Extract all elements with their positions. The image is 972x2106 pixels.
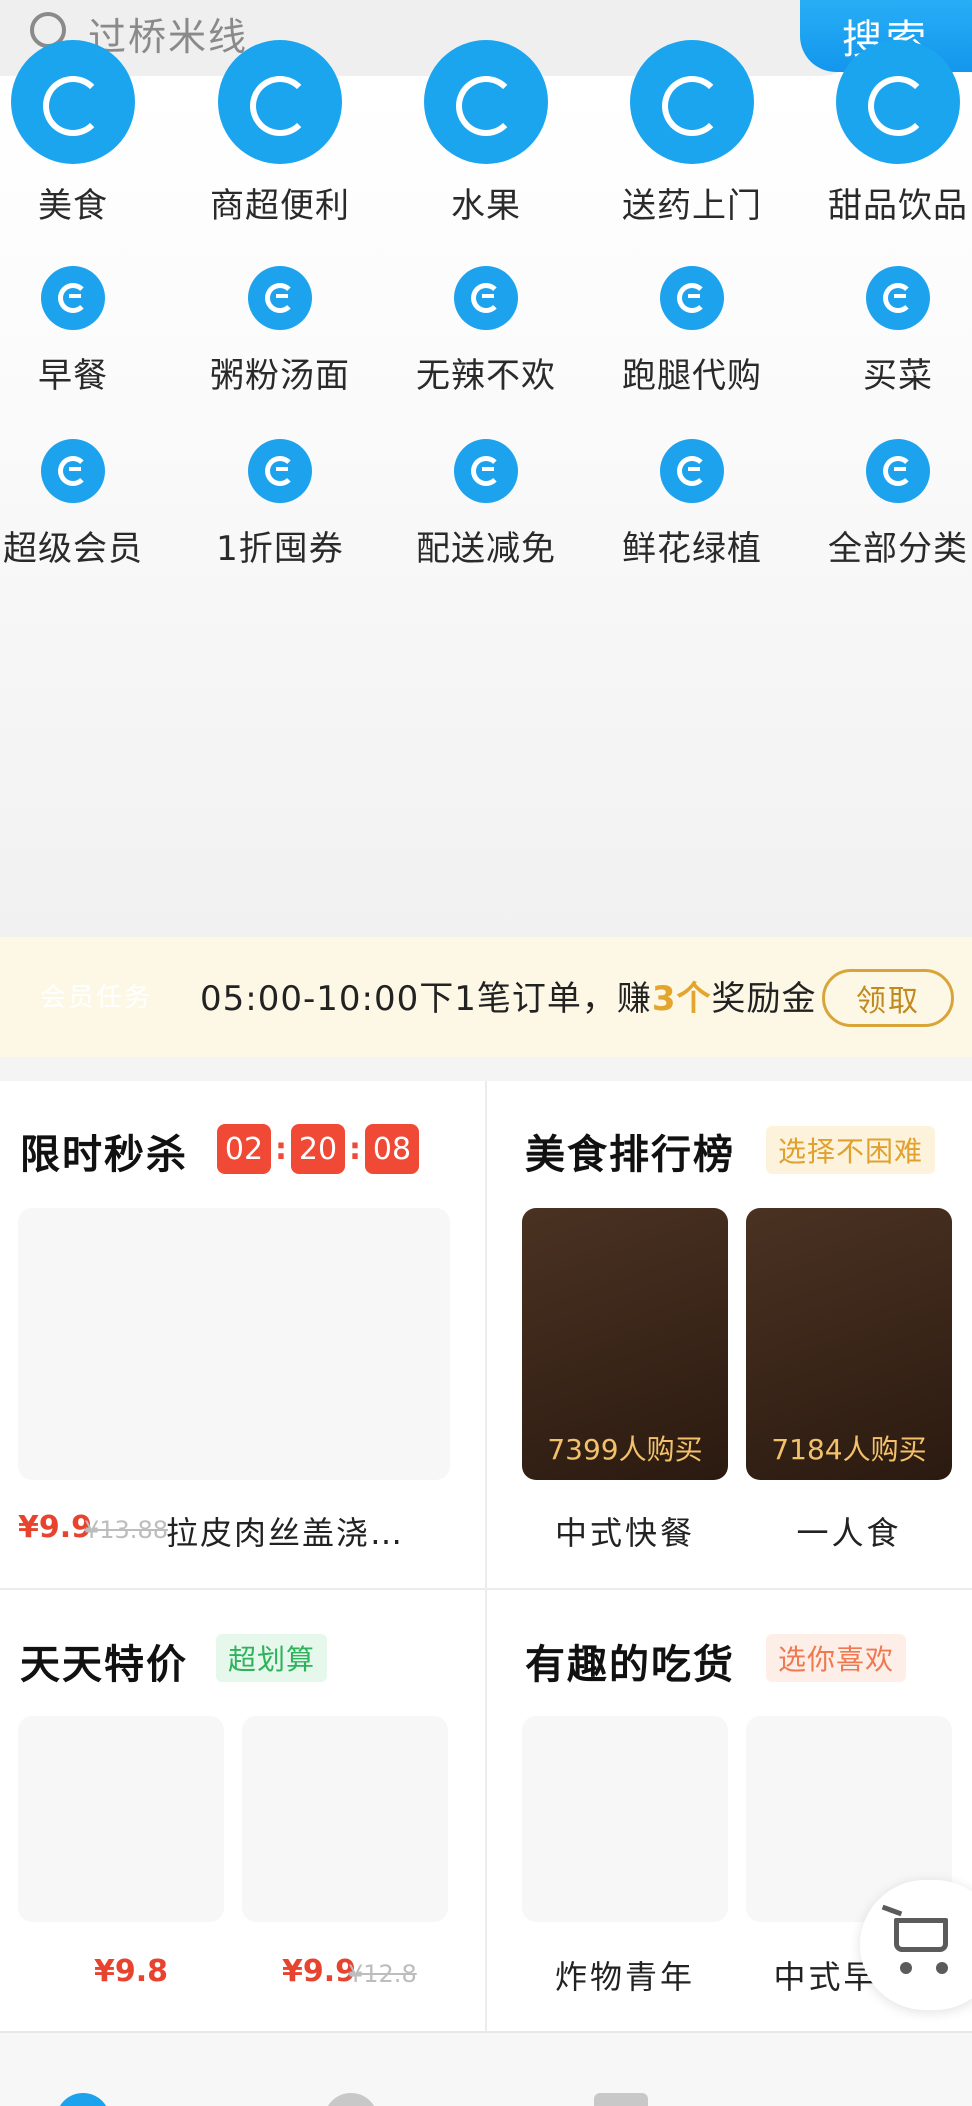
eleme-icon [11, 40, 135, 164]
ranking-buyers: 7399人购买 [547, 1433, 703, 1466]
category-dessert[interactable]: 甜品饮品 [798, 40, 972, 227]
flash-sale-original-price: ¥13.88 [84, 1516, 168, 1544]
member-task-highlight: 3个 [651, 979, 712, 1019]
member-task-tag: 会员任务 [40, 983, 153, 1013]
category-label: 配送减免 [416, 529, 556, 569]
category-label: 全部分类 [828, 529, 968, 569]
eleme-icon [660, 439, 724, 503]
category-groceries[interactable]: 买菜 [798, 266, 972, 397]
eleme-icon [454, 439, 518, 503]
category-errand[interactable]: 跑腿代购 [592, 266, 792, 397]
category-label: 早餐 [38, 356, 108, 396]
deal-item-image[interactable] [18, 1716, 224, 1922]
category-coupons[interactable]: 1折囤券 [180, 439, 380, 570]
food-ranking-title[interactable]: 美食排行榜 [525, 1122, 735, 1180]
category-label: 买菜 [863, 356, 933, 396]
category-fruit[interactable]: 水果 [386, 40, 586, 227]
ranking-card[interactable]: 7399人购买 [522, 1208, 728, 1480]
category-noodles[interactable]: 粥粉汤面 [180, 266, 380, 397]
eleme-icon [248, 266, 312, 330]
category-label: 送药上门 [622, 186, 762, 226]
ranking-card[interactable]: 7184人购买 [746, 1208, 952, 1480]
category-label: 水果 [451, 186, 521, 226]
timer-hours: 02 [217, 1124, 271, 1174]
divider [0, 1588, 972, 1590]
flash-sale-item-name[interactable]: 拉皮肉丝盖浇… [166, 1508, 404, 1554]
member-task-banner: 会员任务 05:00-10:00下1笔订单，赚3个奖励金 领取 [0, 937, 972, 1057]
deal-item-image[interactable] [242, 1716, 448, 1922]
eleme-icon [424, 40, 548, 164]
category-label: 超级会员 [3, 529, 143, 569]
eleme-icon [866, 266, 930, 330]
category-label: 商超便利 [210, 186, 350, 226]
flash-sale-title[interactable]: 限时秒杀 [20, 1122, 188, 1180]
foodie-item-image[interactable] [522, 1716, 728, 1922]
eleme-icon [248, 439, 312, 503]
category-label: 无辣不欢 [416, 356, 556, 396]
ranking-item-name[interactable]: 中式快餐 [522, 1508, 728, 1554]
divider [485, 1081, 487, 2031]
category-all[interactable]: 全部分类 [798, 439, 972, 570]
deal-price: ¥9.8 [94, 1954, 169, 1989]
category-spicy[interactable]: 无辣不欢 [386, 266, 586, 397]
category-flowers[interactable]: 鲜花绿植 [592, 439, 792, 570]
deal-original-price: ¥12.8 [348, 1960, 417, 1988]
eleme-icon [41, 266, 105, 330]
bottom-nav [0, 2033, 972, 2106]
ranking-item-name[interactable]: 一人食 [746, 1508, 952, 1554]
eleme-icon [454, 266, 518, 330]
category-food[interactable]: 美食 [0, 40, 173, 227]
flash-sale-item-image[interactable] [18, 1208, 450, 1480]
section-gap [0, 1057, 972, 1081]
category-supermarket[interactable]: 商超便利 [180, 40, 380, 227]
food-ranking-badge: 选择不困难 [766, 1126, 936, 1174]
member-task-text: 05:00-10:00下1笔订单，赚3个奖励金 [200, 979, 817, 1019]
foodie-title[interactable]: 有趣的吃货 [525, 1632, 735, 1690]
home-tab-icon[interactable] [56, 2093, 110, 2106]
category-label: 跑腿代购 [622, 356, 762, 396]
category-label: 鲜花绿植 [622, 529, 762, 569]
eleme-icon [41, 439, 105, 503]
category-label: 粥粉汤面 [210, 356, 350, 396]
timer-seconds: 08 [365, 1124, 419, 1174]
claim-button[interactable]: 领取 [822, 969, 954, 1027]
eleme-icon [630, 40, 754, 164]
category-grid: 美食 商超便利 水果 送药上门 甜品饮品 早餐 粥粉汤面 无辣不欢 跑腿代购 买… [0, 40, 972, 937]
eleme-icon [836, 40, 960, 164]
eleme-icon [218, 40, 342, 164]
timer-minutes: 20 [291, 1124, 345, 1174]
flash-sale-price: ¥9.9 [18, 1510, 93, 1545]
category-label: 甜品饮品 [828, 186, 968, 226]
foodie-badge: 选你喜欢 [766, 1634, 907, 1682]
foodie-item-name[interactable]: 炸物青年 [522, 1952, 728, 1998]
daily-deals-title[interactable]: 天天特价 [20, 1632, 188, 1690]
ranking-buyers: 7184人购买 [771, 1433, 927, 1466]
category-breakfast[interactable]: 早餐 [0, 266, 173, 397]
discover-tab-icon[interactable] [324, 2093, 378, 2106]
eleme-icon [866, 439, 930, 503]
flash-sale-timer: 02 : 20 : 08 [217, 1124, 419, 1174]
category-label: 美食 [38, 186, 108, 226]
category-super-member[interactable]: 超级会员 [0, 439, 173, 570]
daily-deals-badge: 超划算 [216, 1634, 328, 1682]
category-free-delivery[interactable]: 配送减免 [386, 439, 586, 570]
category-medicine[interactable]: 送药上门 [592, 40, 792, 227]
orders-tab-icon[interactable] [594, 2093, 648, 2106]
deal-price: ¥9.9 [282, 1954, 357, 1989]
eleme-icon [660, 266, 724, 330]
category-label: 1折囤券 [216, 529, 344, 569]
